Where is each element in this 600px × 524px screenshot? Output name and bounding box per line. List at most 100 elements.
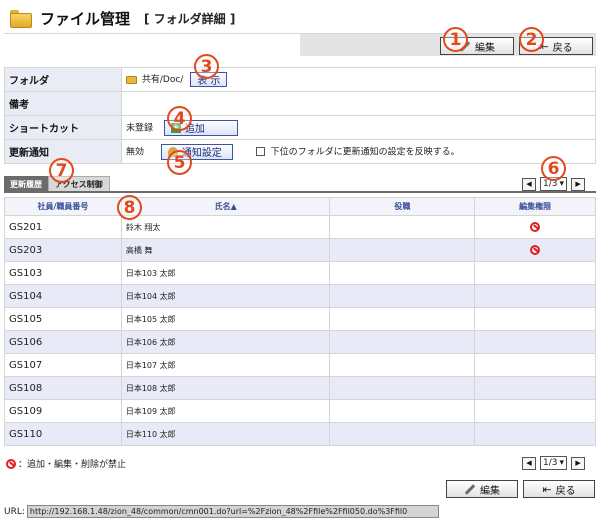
back-button-bottom[interactable]: ⇤ 戻る <box>523 480 595 498</box>
table-row: GS106 日本106 太郎 <box>4 330 596 354</box>
edit-permission-cell <box>474 353 596 377</box>
folder-detail-form: フォルダ 共有/Doc/ 表 示 備考 ショートカット 未登録 + 追加 更新通… <box>4 67 596 164</box>
table-row: GS203 高橋 舞 <box>4 238 596 262</box>
name-cell[interactable]: 日本105 太郎 <box>120 307 331 331</box>
employee-id-cell: GS108 <box>4 376 122 400</box>
marker-3: 3 <box>194 54 219 79</box>
marker-4: 4 <box>167 106 192 131</box>
table-row: GS109 日本109 太郎 <box>4 399 596 423</box>
col-employee-id[interactable]: 社員/職員番号 <box>4 197 122 216</box>
reflect-subfolders-label: 下位のフォルダに更新通知の設定を反映する。 <box>270 147 460 157</box>
tab-underline <box>4 191 596 193</box>
edit-permission-cell <box>474 261 596 285</box>
title-bar: ファイル管理 [ フォルダ詳細 ] <box>4 4 596 34</box>
name-cell[interactable]: 鈴木 翔太 <box>120 215 331 239</box>
col-role[interactable]: 役職 <box>329 197 476 216</box>
folder-icon <box>10 9 32 28</box>
marker-5: 5 <box>167 150 192 175</box>
folder-cell: 共有/Doc/ 表 示 <box>121 67 596 92</box>
marker-6: 6 <box>541 156 566 181</box>
name-cell[interactable]: 日本106 太郎 <box>120 330 331 354</box>
name-cell[interactable]: 日本107 太郎 <box>120 353 331 377</box>
next-page-button[interactable]: ▶ <box>571 177 586 191</box>
url-field[interactable]: http://192.168.1.48/zion_48/common/cmn00… <box>26 505 439 518</box>
edit-permission-cell <box>474 422 596 446</box>
shortcut-label: ショートカット <box>4 115 122 140</box>
edit-permission-cell <box>474 376 596 400</box>
shortcut-cell: 未登録 + 追加 <box>121 115 596 140</box>
shortcut-status: 未登録 <box>126 123 154 133</box>
prohibited-icon <box>6 458 16 469</box>
page-subtitle: [ フォルダ詳細 ] <box>144 12 236 26</box>
url-label: URL: <box>4 506 25 517</box>
employee-id-cell: GS203 <box>4 238 122 262</box>
edit-permission-cell <box>474 215 596 239</box>
role-cell <box>329 399 476 423</box>
pencil-icon <box>464 483 476 495</box>
legend: ：追加・編集・削除が禁止 <box>6 457 126 470</box>
role-cell <box>329 215 476 239</box>
table-row: GS108 日本108 太郎 <box>4 376 596 400</box>
role-cell <box>329 422 476 446</box>
name-cell[interactable]: 日本110 太郎 <box>120 422 331 446</box>
name-cell[interactable]: 日本104 太郎 <box>120 284 331 308</box>
name-cell[interactable]: 日本109 太郎 <box>120 399 331 423</box>
table-header-row: 社員/職員番号 氏名▲ 役職 編集権限 <box>4 197 596 216</box>
role-cell <box>329 284 476 308</box>
name-cell[interactable]: 日本108 太郎 <box>120 376 331 400</box>
marker-1: 1 <box>443 27 468 52</box>
table-row: GS201 鈴木 翔太 <box>4 215 596 239</box>
edit-permission-cell <box>474 330 596 354</box>
chevron-down-icon: ▾ <box>559 458 565 468</box>
role-cell <box>329 353 476 377</box>
employee-id-cell: GS103 <box>4 261 122 285</box>
employee-id-cell: GS110 <box>4 422 122 446</box>
pager-bottom: ◀ 1/3 ▾ ▶ <box>522 455 586 471</box>
employee-id-cell: GS104 <box>4 284 122 308</box>
marker-8: 8 <box>117 195 142 220</box>
table-row: GS107 日本107 太郎 <box>4 353 596 377</box>
folder-small-icon <box>126 75 137 84</box>
employee-id-cell: GS201 <box>4 215 122 239</box>
reflect-subfolders-checkbox[interactable] <box>255 147 265 156</box>
employee-id-cell: GS105 <box>4 307 122 331</box>
col-edit-permission: 編集権限 <box>474 197 596 216</box>
edit-button-bottom-label: 編集 <box>480 485 500 497</box>
next-page-button-bottom[interactable]: ▶ <box>571 456 586 470</box>
role-cell <box>329 376 476 400</box>
edit-permission-cell <box>474 238 596 262</box>
edit-permission-cell <box>474 307 596 331</box>
table-row: GS105 日本105 太郎 <box>4 307 596 331</box>
page-select-bottom-value: 1/3 <box>543 458 558 468</box>
tab-update-history[interactable]: 更新履歴 <box>4 176 48 192</box>
role-cell <box>329 261 476 285</box>
note-value <box>121 91 596 116</box>
edit-permission-cell <box>474 284 596 308</box>
employee-id-cell: GS106 <box>4 330 122 354</box>
page-title: ファイル管理 <box>40 10 131 28</box>
page-select-bottom[interactable]: 1/3 ▾ <box>540 456 568 470</box>
edit-button-bottom[interactable]: 編集 <box>446 480 518 498</box>
role-cell <box>329 238 476 262</box>
role-cell <box>329 330 476 354</box>
prev-page-button-bottom[interactable]: ◀ <box>522 456 536 470</box>
name-cell[interactable]: 高橋 舞 <box>120 238 331 262</box>
prohibited-icon <box>530 222 541 232</box>
back-button-label: 戻る <box>552 42 573 54</box>
prohibited-icon <box>530 245 541 255</box>
table-row: GS104 日本104 太郎 <box>4 284 596 308</box>
back-arrow-icon: ⇤ <box>542 482 552 496</box>
name-cell[interactable]: 日本103 太郎 <box>120 261 331 285</box>
notify-row: 更新通知 無効 通知設定 下位のフォルダに更新通知の設定を反映する。 <box>4 139 596 164</box>
shortcut-row: ショートカット 未登録 + 追加 <box>4 115 596 140</box>
folder-label: フォルダ <box>4 67 122 92</box>
edit-button-label: 編集 <box>475 42 495 54</box>
col-name[interactable]: 氏名▲ <box>120 197 331 216</box>
access-list-table: 社員/職員番号 氏名▲ 役職 編集権限 GS201 鈴木 翔太 GS203 高橋 舞G… <box>4 197 596 446</box>
note-row: 備考 <box>4 91 596 116</box>
employee-id-cell: GS109 <box>4 399 122 423</box>
notify-status: 無効 <box>126 147 145 157</box>
notify-cell: 無効 通知設定 下位のフォルダに更新通知の設定を反映する。 <box>121 139 596 164</box>
back-button-bottom-label: 戻る <box>555 485 576 497</box>
prev-page-button[interactable]: ◀ <box>522 177 536 191</box>
